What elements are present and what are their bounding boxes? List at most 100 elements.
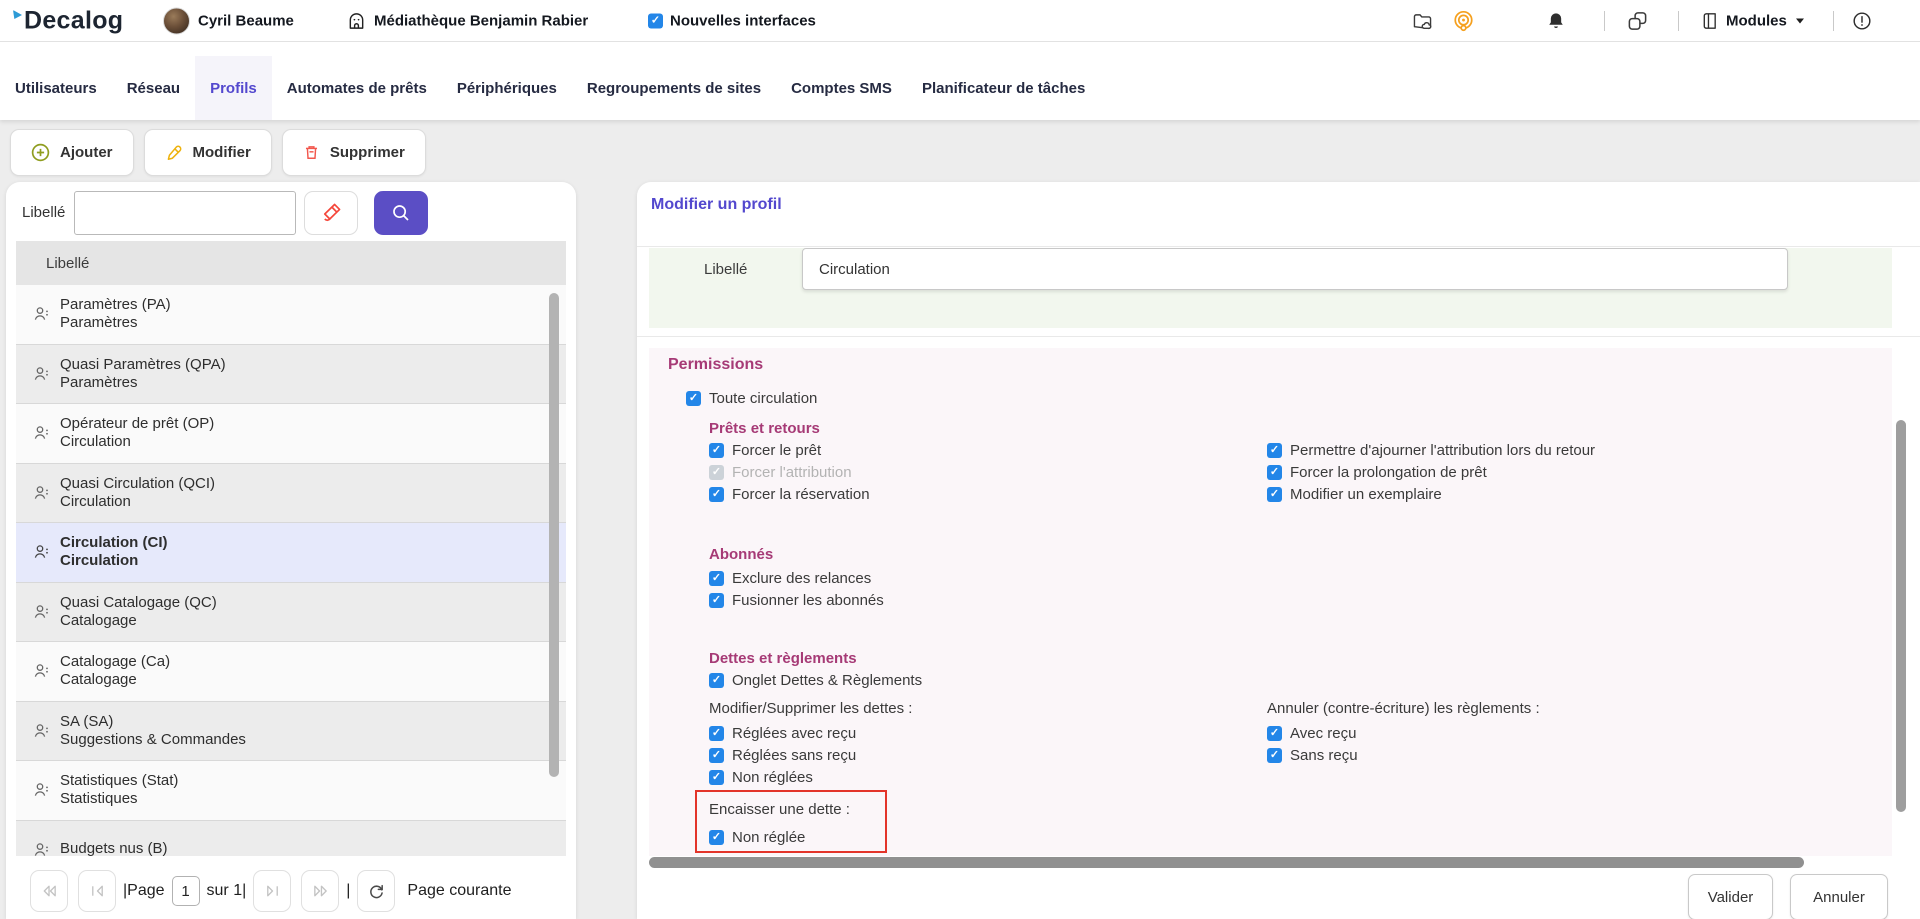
modify-debts-group-label: Modifier/Supprimer les dettes : [709, 700, 912, 717]
checkbox-non-reglees[interactable]: Non réglées [709, 767, 813, 787]
pencil-icon [165, 144, 183, 162]
item-title: Quasi Paramètres (QPA) [60, 356, 226, 374]
add-label: Ajouter [60, 144, 113, 161]
profile-person-icon [34, 544, 50, 560]
tab-profils[interactable]: Profils [195, 56, 272, 120]
checkbox-forcer-le-pret[interactable]: Forcer le prêt [709, 440, 821, 460]
user-avatar [163, 7, 190, 34]
profile-person-icon [34, 485, 50, 501]
item-subtitle: Catalogage [60, 671, 170, 689]
search-button[interactable] [374, 191, 428, 235]
divider [637, 336, 1920, 337]
checkbox-label: Toute circulation [709, 390, 817, 407]
search-icon [391, 203, 411, 223]
vertical-scrollbar-thumb[interactable] [1896, 420, 1906, 812]
tab-comptes-sms[interactable]: Comptes SMS [776, 56, 907, 120]
checkbox-reglees-sans-recu[interactable]: Réglées sans reçu [709, 745, 856, 765]
beacon-icon [1452, 9, 1475, 32]
edit-button[interactable]: Modifier [144, 129, 272, 176]
library-selector[interactable]: Médiathèque Benjamin Rabier [347, 11, 588, 30]
validate-button[interactable]: Valider [1688, 874, 1773, 919]
checkbox-modifier-exemplaire[interactable]: Modifier un exemplaire [1267, 484, 1442, 504]
next-page-button[interactable] [253, 870, 291, 912]
link-apps-icon [1627, 10, 1648, 31]
pagination-bar: |Page sur 1| | Page courante [6, 863, 576, 919]
user-menu[interactable]: Cyril Beaume [163, 7, 294, 34]
checkbox-icon [709, 830, 724, 845]
checkbox-icon [709, 673, 724, 688]
list-item[interactable]: Budgets nus (B) [16, 821, 566, 857]
delete-button[interactable]: Supprimer [282, 129, 426, 176]
list-item[interactable]: Quasi Catalogage (QC)Catalogage [16, 583, 566, 643]
first-page-button[interactable] [30, 870, 68, 912]
tab-planificateur[interactable]: Planificateur de tâches [907, 56, 1100, 120]
list-item[interactable]: Catalogage (Ca)Catalogage [16, 642, 566, 702]
divider [637, 246, 1920, 247]
checkbox-sans-recu[interactable]: Sans reçu [1267, 745, 1358, 765]
info-button[interactable] [1852, 11, 1872, 31]
list-item-selected[interactable]: Circulation (CI)Circulation [16, 523, 566, 583]
clear-search-button[interactable] [304, 191, 358, 235]
checkbox-non-reglee[interactable]: Non réglée [709, 827, 885, 847]
horizontal-scrollbar-thumb[interactable] [649, 857, 1804, 868]
checkbox-forcer-prolongation[interactable]: Forcer la prolongation de prêt [1267, 462, 1487, 482]
add-button[interactable]: Ajouter [10, 129, 134, 176]
search-input[interactable] [74, 191, 296, 235]
tab-utilisateurs[interactable]: Utilisateurs [0, 56, 112, 120]
cancel-button[interactable]: Annuler [1790, 874, 1888, 919]
page-prefix-label: |Page [123, 882, 165, 900]
item-title: Statistiques (Stat) [60, 772, 178, 790]
previous-page-button[interactable] [78, 870, 116, 912]
list-item[interactable]: Paramètres (PA)Paramètres [16, 285, 566, 345]
item-title: Circulation (CI) [60, 534, 168, 552]
list-item[interactable]: SA (SA)Suggestions & Commandes [16, 702, 566, 762]
checkbox-avec-recu[interactable]: Avec reçu [1267, 723, 1356, 743]
checkbox-onglet-dettes[interactable]: Onglet Dettes & Règlements [709, 670, 922, 690]
notifications-button[interactable] [1546, 11, 1566, 31]
checkbox-exclure-relances[interactable]: Exclure des relances [709, 568, 871, 588]
new-interfaces-toggle[interactable]: Nouvelles interfaces [648, 12, 816, 29]
chevron-down-icon [1796, 18, 1804, 23]
tab-peripheriques[interactable]: Périphériques [442, 56, 572, 120]
list-item[interactable]: Quasi Paramètres (QPA)Paramètres [16, 345, 566, 405]
eraser-icon [320, 201, 343, 224]
checkbox-icon [1267, 748, 1282, 763]
cloud-folder-button[interactable] [1412, 11, 1433, 31]
list-item[interactable]: Quasi Circulation (QCI)Circulation [16, 464, 566, 524]
checkbox-label: Forcer la réservation [732, 486, 870, 503]
assistance-beacon-button[interactable] [1452, 9, 1475, 32]
tab-reseau[interactable]: Réseau [112, 56, 195, 120]
section-dettes-title: Dettes et règlements [709, 650, 857, 667]
checkbox-fusionner-abonnes[interactable]: Fusionner les abonnés [709, 590, 884, 610]
top-header: Decalog Cyril Beaume Médiathèque Benjami… [0, 0, 1920, 42]
tab-regroupements[interactable]: Regroupements de sites [572, 56, 776, 120]
checkbox-ajourner-attribution[interactable]: Permettre d'ajourner l'attribution lors … [1267, 440, 1595, 460]
modules-book-icon [1702, 11, 1719, 30]
profile-person-icon [34, 842, 50, 856]
refresh-button[interactable] [357, 870, 395, 912]
list-scrollbar-thumb[interactable] [549, 293, 559, 777]
item-subtitle: Circulation [60, 433, 214, 451]
checkbox-reglees-avec-recu[interactable]: Réglées avec reçu [709, 723, 856, 743]
edit-label: Modifier [193, 144, 251, 161]
tab-automates[interactable]: Automates de prêts [272, 56, 442, 120]
page-number-input[interactable] [172, 876, 200, 906]
checkbox-forcer-reservation[interactable]: Forcer la réservation [709, 484, 870, 504]
links-button[interactable] [1627, 10, 1648, 31]
libelle-input[interactable] [802, 248, 1788, 290]
item-subtitle: Paramètres [60, 374, 226, 392]
pagination-separator: | [346, 882, 350, 900]
list-item[interactable]: Statistiques (Stat)Statistiques [16, 761, 566, 821]
checkbox-icon [686, 391, 701, 406]
decalog-logo[interactable]: Decalog [13, 6, 123, 35]
modules-menu[interactable]: Modules [1702, 11, 1804, 30]
checkbox-label: Réglées sans reçu [732, 747, 856, 764]
list-item[interactable]: Opérateur de prêt (OP)Circulation [16, 404, 566, 464]
item-subtitle: Paramètres [60, 314, 171, 332]
highlight-annotation-box: Encaisser une dette : Non réglée [695, 790, 887, 853]
checkbox-label: Sans reçu [1290, 747, 1358, 764]
checkbox-label: Non réglée [732, 829, 805, 846]
item-subtitle: Circulation [60, 493, 215, 511]
last-page-button[interactable] [301, 870, 339, 912]
checkbox-toute-circulation[interactable]: Toute circulation [686, 388, 817, 408]
